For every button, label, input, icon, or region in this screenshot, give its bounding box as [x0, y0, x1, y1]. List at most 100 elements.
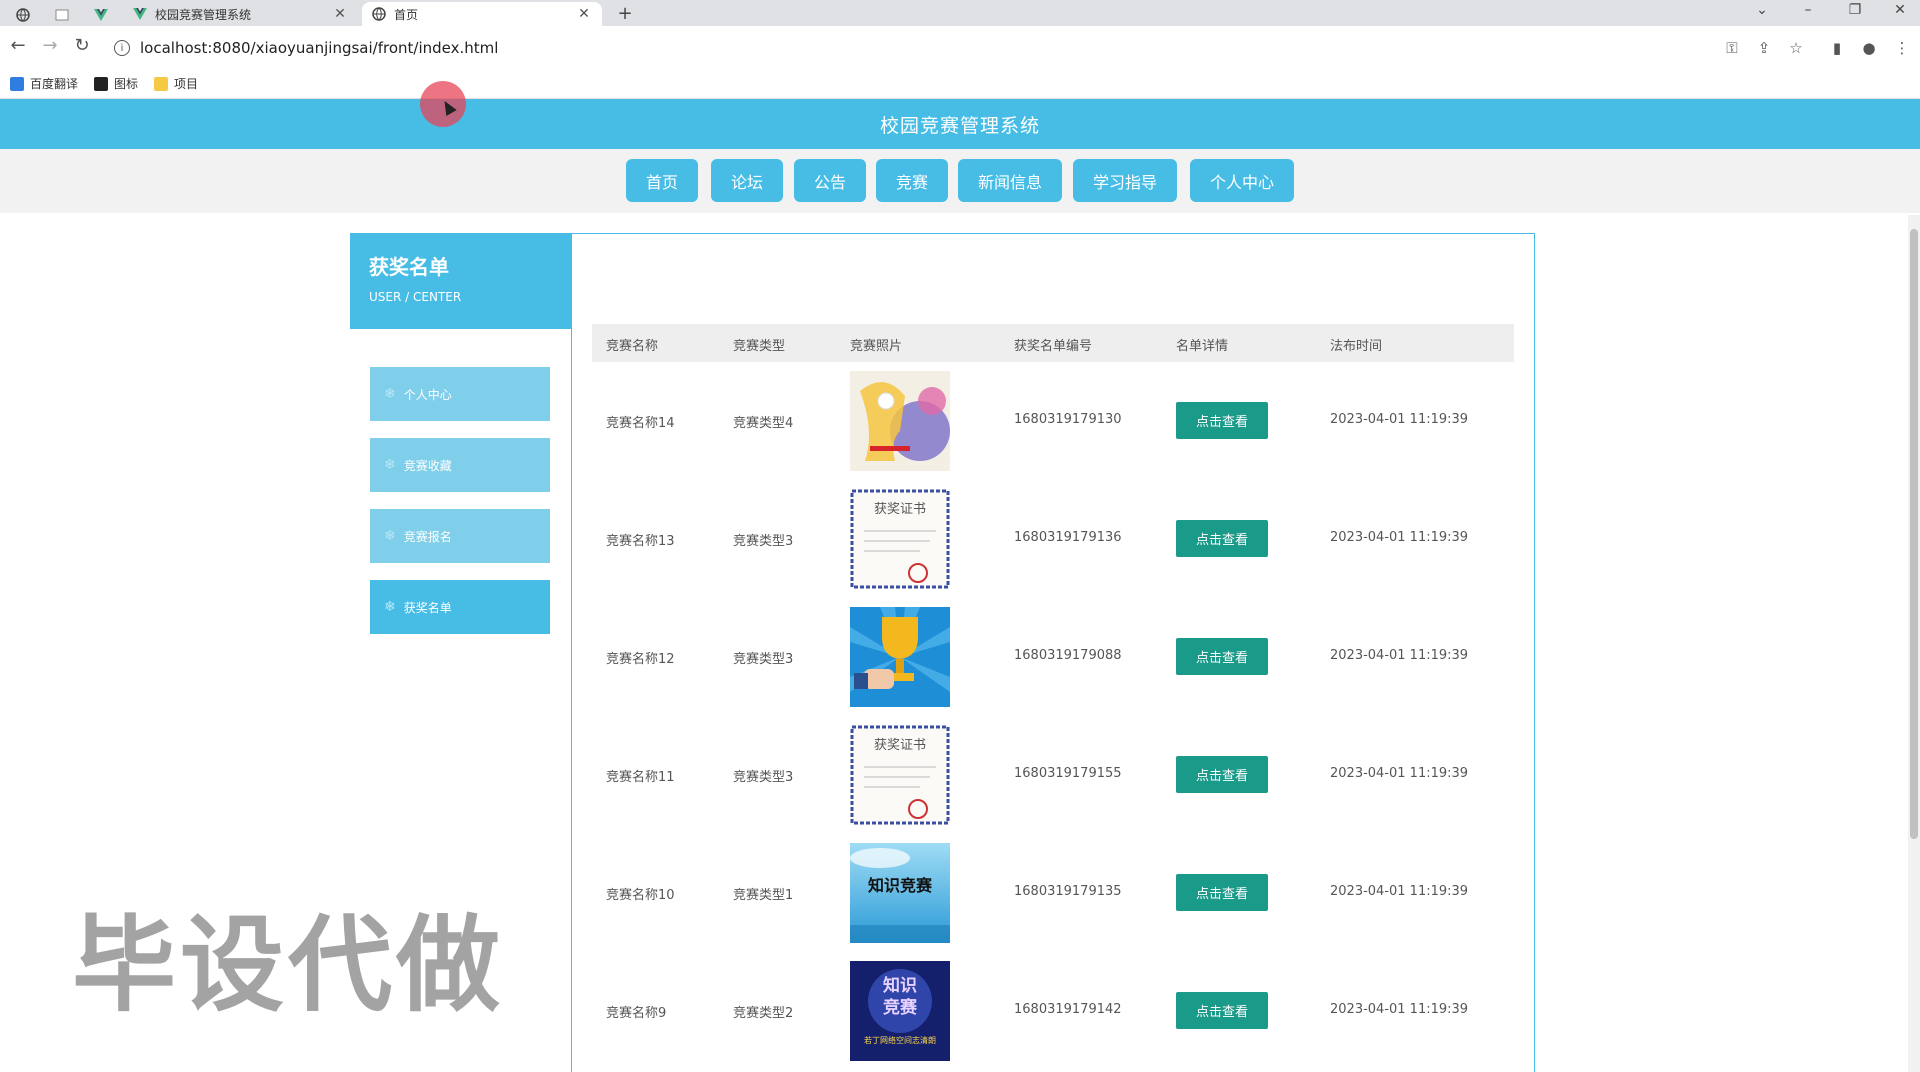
menu-dots-icon[interactable]: ⋮ — [1892, 39, 1912, 57]
column-header: 名单详情 — [1176, 339, 1229, 354]
contest-type: 竞赛类型3 — [733, 534, 794, 549]
sidebar-header: 获奖名单 USER / CENTER — [350, 233, 571, 329]
snowflake-icon: ❄ — [384, 457, 396, 473]
watermark-text: 毕设代做 — [72, 904, 505, 1026]
column-header: 竞赛名称 — [606, 339, 659, 354]
star-icon[interactable]: ☆ — [1786, 39, 1806, 57]
view-details-button[interactable]: 点击查看 — [1176, 402, 1268, 439]
contest-poster-text: 知识竞赛 — [868, 876, 933, 895]
view-details-button[interactable]: 点击查看 — [1176, 992, 1268, 1029]
sidebar-item-award-list[interactable]: ❄ 获奖名单 — [370, 580, 550, 634]
bookmark-icons[interactable]: 图标 — [94, 75, 138, 92]
table-row: 竞赛名称13 竞赛类型3 获奖证书 1680319179136 点击查看 202… — [592, 480, 1514, 598]
bookmarks-bar: 百度翻译 图标 项目 — [0, 69, 1920, 99]
site-title: 校园竞赛管理系统 — [879, 114, 1040, 137]
publish-time: 2023-04-01 11:19:39 — [1330, 530, 1469, 545]
close-icon[interactable]: ✕ — [332, 6, 348, 22]
bookmark-label: 百度翻译 — [30, 77, 79, 91]
vue-logo-icon[interactable] — [86, 3, 116, 26]
snowflake-icon: ❄ — [384, 528, 396, 544]
back-arrow-icon[interactable]: ← — [6, 35, 30, 56]
contest-name: 竞赛名称14 — [606, 416, 675, 431]
snowflake-icon: ❄ — [384, 599, 396, 615]
bookmark-label: 图标 — [114, 77, 139, 91]
table-row: 竞赛名称11 竞赛类型3 获奖证书 1680319179155 点击查看 202… — [592, 716, 1514, 834]
address-url[interactable]: localhost:8080/xiaoyuanjingsai/front/ind… — [140, 39, 498, 57]
globe-icon[interactable] — [8, 3, 38, 26]
contest-type: 竞赛类型1 — [733, 888, 794, 903]
certificate-text: 获奖证书 — [874, 502, 926, 517]
contest-type: 竞赛类型3 — [733, 652, 794, 667]
publish-time: 2023-04-01 11:19:39 — [1330, 884, 1469, 899]
address-bar[interactable]: i localhost:8080/xiaoyuanjingsai/front/i… — [108, 33, 1718, 63]
contest-name: 竞赛名称10 — [606, 888, 675, 903]
sidebar-subtitle: USER / CENTER — [369, 290, 462, 304]
page-scrollbar[interactable] — [1908, 215, 1920, 1072]
nav-personal-center[interactable]: 个人中心 — [1190, 159, 1294, 202]
view-details-button[interactable]: 点击查看 — [1176, 638, 1268, 675]
site-header: 校园竞赛管理系统 — [0, 99, 1920, 149]
sidebar-item-label: 竞赛报名 — [403, 529, 452, 544]
certificate-image: 获奖证书 — [850, 725, 950, 825]
bookmark-baidu-translate[interactable]: 百度翻译 — [10, 75, 78, 92]
contest-name: 竞赛名称13 — [606, 534, 675, 549]
tab-title: 首页 — [394, 7, 419, 22]
award-list-panel: 竞赛名称 竞赛类型 竞赛照片 获奖名单编号 名单详情 法布时间 竞赛名称14 竞… — [571, 233, 1535, 1072]
contest-type: 竞赛类型4 — [733, 416, 794, 431]
view-details-button[interactable]: 点击查看 — [1176, 874, 1268, 911]
sidebar-item-label: 个人中心 — [403, 387, 452, 402]
view-details-button[interactable]: 点击查看 — [1176, 520, 1268, 557]
award-number: 1680319179088 — [1014, 648, 1122, 663]
contest-type: 竞赛类型3 — [733, 770, 794, 785]
new-tab-icon[interactable]: + — [614, 3, 636, 24]
blank-page-icon[interactable] — [47, 3, 77, 26]
column-header: 获奖名单编号 — [1014, 339, 1093, 354]
award-number: 1680319179130 — [1014, 412, 1122, 427]
bookmark-project[interactable]: 项目 — [154, 75, 198, 92]
table-row: 竞赛名称10 竞赛类型1 知识竞赛 1680319179135 点击查看 202… — [592, 834, 1514, 952]
bookmark-label: 项目 — [174, 77, 199, 91]
close-window-icon[interactable]: ✕ — [1890, 2, 1910, 18]
nav-contest[interactable]: 竞赛 — [876, 159, 948, 202]
contest-name: 竞赛名称12 — [606, 652, 675, 667]
browser-tab-bar: 校园竞赛管理系统 ✕ 首页 ✕ + ⌄ – ❐ ✕ — [0, 0, 1920, 26]
sidebar-item-favorites[interactable]: ❄ 竞赛收藏 — [370, 438, 550, 492]
sidebar-item-personal-center[interactable]: ❄ 个人中心 — [370, 367, 550, 421]
key-icon[interactable]: ⚿ — [1722, 39, 1742, 57]
scrollbar-thumb[interactable] — [1910, 229, 1918, 839]
nav-home[interactable]: 首页 — [626, 159, 698, 202]
nav-forum[interactable]: 论坛 — [711, 159, 783, 202]
sidebar-item-label: 获奖名单 — [403, 600, 452, 615]
profile-icon[interactable]: ● — [1859, 39, 1879, 57]
translate-icon — [10, 76, 24, 91]
view-details-button[interactable]: 点击查看 — [1176, 756, 1268, 793]
minimize-icon[interactable]: – — [1798, 2, 1818, 18]
publish-time: 2023-04-01 11:19:39 — [1330, 648, 1469, 663]
side-panel-icon[interactable]: ▮ — [1827, 39, 1847, 57]
knowledge-contest-poster-image: 知识 竞赛 若丁网络空间志清朗 — [850, 961, 950, 1061]
close-icon[interactable]: ✕ — [576, 6, 592, 22]
vue-logo-icon — [133, 8, 147, 20]
nav-notice[interactable]: 公告 — [794, 159, 866, 202]
publish-time: 2023-04-01 11:19:39 — [1330, 1002, 1469, 1017]
forward-arrow-icon[interactable]: → — [38, 35, 62, 56]
publish-time: 2023-04-01 11:19:39 — [1330, 766, 1469, 781]
nav-study-guide[interactable]: 学习指导 — [1073, 159, 1177, 202]
share-icon[interactable]: ⇪ — [1754, 39, 1774, 57]
image-icon — [94, 76, 109, 91]
reload-icon[interactable]: ↻ — [70, 35, 94, 56]
column-header: 法布时间 — [1330, 339, 1383, 354]
nav-news[interactable]: 新闻信息 — [958, 159, 1062, 202]
certificate-text: 获奖证书 — [874, 738, 926, 753]
tab-home[interactable]: 首页 ✕ — [362, 2, 602, 26]
info-icon[interactable]: i — [114, 40, 130, 56]
abstract-face-image — [850, 371, 950, 471]
folder-icon — [154, 76, 169, 91]
award-number: 1680319179135 — [1014, 884, 1122, 899]
tab-search-icon[interactable]: ⌄ — [1752, 2, 1772, 18]
tab-system[interactable]: 校园竞赛管理系统 ✕ — [123, 2, 358, 26]
publish-time: 2023-04-01 11:19:39 — [1330, 412, 1469, 427]
restore-icon[interactable]: ❐ — [1845, 2, 1865, 18]
trophy-image — [850, 607, 950, 707]
sidebar-item-registration[interactable]: ❄ 竞赛报名 — [370, 509, 550, 563]
